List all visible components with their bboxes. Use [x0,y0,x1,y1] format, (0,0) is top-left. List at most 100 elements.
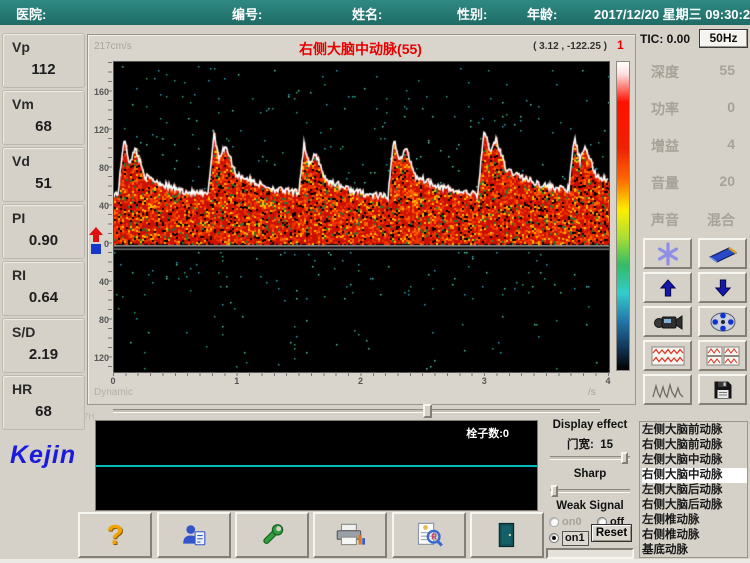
x-tick-label: 1 [227,376,247,386]
save-button[interactable] [698,374,747,405]
export-icon [708,244,738,264]
hospital-label: 医院: [16,4,46,23]
gain-value: 4 [727,136,735,152]
weak-signal-on1-radio[interactable]: on1 [549,528,589,546]
envelope-trace-button[interactable] [643,374,692,405]
param-power: 功率 0 [651,99,743,117]
sound-label: 声音 [651,212,679,228]
artery-item[interactable]: 右侧大脑后动脉 [642,498,747,513]
scale-down-button[interactable] [698,272,747,303]
gate-width-slider-thumb[interactable] [621,452,628,464]
gate-width-slider-track[interactable] [550,456,630,460]
cine-playback-button[interactable] [698,306,747,337]
status-strip [546,548,634,559]
x-axis-unit-label: /s [588,387,596,398]
vp-value: 112 [3,61,84,78]
reset-button[interactable]: Reset [591,524,632,542]
measurement-vp: Vp 112 [2,33,85,88]
on1-label: on1 [562,531,589,546]
param-sound: 声音 混合 [651,210,743,228]
sharp-slider-track[interactable] [550,489,630,493]
save-icon [713,380,733,400]
tic-readout: TIC: 0.00 [640,32,690,46]
arrow-down-icon [714,278,732,298]
datetime-label: 2017/12/20 星期三 09:30:20 [594,4,750,23]
report-review-button[interactable]: R [392,512,466,558]
sd-label: S/D [12,324,35,340]
artery-item[interactable]: 左侧椎动脉 [642,513,747,528]
freeze-icon [656,242,680,266]
channel-number: 1 [617,38,624,52]
record-button[interactable] [643,306,692,337]
settings-button[interactable] [235,512,309,558]
bottom-edge [0,559,750,563]
scale-up-button[interactable] [643,272,692,303]
depth-label: 深度 [651,64,679,80]
measurement-sd: S/D 2.19 [2,318,85,373]
frequency-button[interactable]: 50Hz [699,29,748,48]
export-button[interactable] [698,238,747,269]
doppler-spectrum-canvas[interactable] [113,61,610,373]
artery-item[interactable]: 左侧大脑前动脉 [642,423,747,438]
artery-item[interactable]: 基底动脉 [642,543,747,558]
measurement-vm: Vm 68 [2,90,85,145]
svg-text:R: R [431,533,437,542]
arrow-up-icon [659,278,677,298]
spectrum-panel: 217cm/s 右侧大脑中动脉(55) ( 3.12 , -122.25 ) D… [87,34,636,405]
cursor-readout: ( 3.12 , -122.25 ) [533,41,607,52]
vm-value: 68 [3,118,84,135]
artery-item[interactable]: 右侧大脑前动脉 [642,438,747,453]
param-gain: 增益 4 [651,136,743,154]
sharp-slider-thumb[interactable] [551,485,558,497]
sound-value: 混合 [707,210,735,230]
hr-value: 68 [3,403,84,420]
y-tick-label: 120 [88,353,109,363]
volume-label: 音量 [651,175,679,191]
ri-label: RI [12,267,26,283]
multi-trace-button[interactable] [698,340,747,371]
exit-button[interactable] [470,512,544,558]
gate-width-value: 15 [600,439,613,451]
vm-label: Vm [12,96,34,112]
artery-item[interactable]: 右侧椎动脉 [642,528,747,543]
measurement-pi: PI 0.90 [2,204,85,259]
x-tick-label: 2 [351,376,371,386]
multi-trace-icon [706,346,740,366]
radio-icon[interactable] [549,517,559,527]
freeze-button[interactable] [643,238,692,269]
velocity-colorbar [616,61,630,371]
radio-icon[interactable] [549,533,559,543]
exit-door-icon [496,521,518,549]
embolus-trend-panel: 栓子数:0 [95,420,538,511]
hr-label: HR [12,381,32,397]
single-trace-button[interactable] [643,340,692,371]
artery-item[interactable]: 右侧大脑中动脉 [642,468,747,483]
gate-width-label: 门宽: [567,439,594,451]
volume-value: 20 [719,173,735,189]
y-tick-label: 120 [88,125,109,135]
header-bar: 医院: 编号: 姓名: 性别: 年龄: 2017/12/20 星期三 09:30… [0,0,750,25]
x-tick-label: 4 [598,376,618,386]
patient-info-button[interactable] [157,512,231,558]
print-button[interactable] [313,512,387,558]
gain-label: 增益 [651,138,679,154]
artery-item[interactable]: 左侧大脑中动脉 [642,453,747,468]
age-label: 年龄: [527,4,557,23]
help-button[interactable]: ? [78,512,152,558]
spectrum-scroll-thumb[interactable] [423,404,432,418]
y-tick-label: 80 [88,163,109,173]
report-search-icon: R [415,521,443,549]
settings-wrench-icon [258,521,286,549]
gate-width-row: 门宽: 15 [545,436,635,452]
artery-item[interactable]: 左侧大脑后动脉 [642,483,747,498]
help-icon: ? [106,519,123,551]
artery-list: 左侧大脑前动脉 右侧大脑前动脉 左侧大脑中动脉 右侧大脑中动脉 左侧大脑后动脉 … [639,421,748,558]
trend-baseline [96,465,537,467]
vd-value: 51 [3,175,84,192]
y-tick-label: 160 [88,87,109,97]
spectrum-scroll-track[interactable] [113,409,600,413]
x-tick-label: 0 [103,376,123,386]
y-tick-label: 40 [88,201,109,211]
display-effect-title: Display effect [545,419,635,431]
sharp-label: Sharp [545,468,635,480]
